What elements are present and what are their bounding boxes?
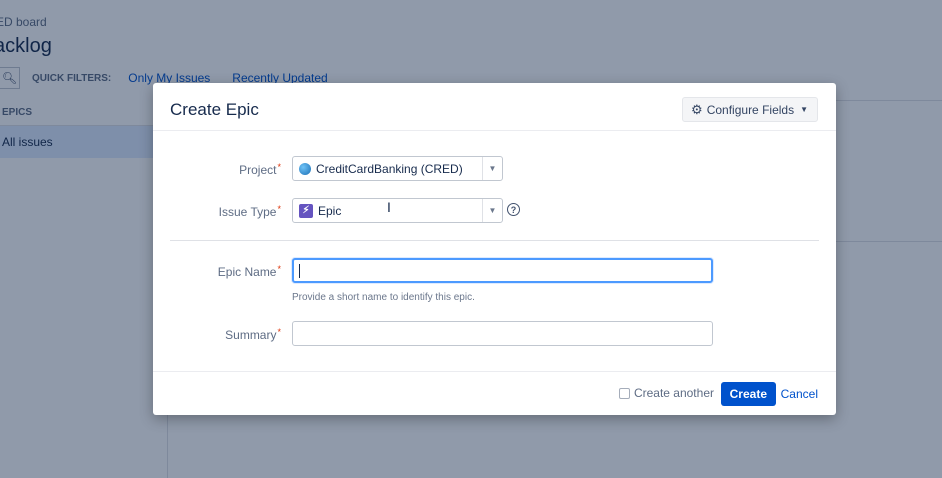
required-marker: * — [277, 204, 281, 214]
issue-type-select[interactable]: ⚡︎ Epic ▼ — [292, 198, 503, 223]
gear-icon: ⚙ — [691, 101, 703, 117]
epic-name-hint: Provide a short name to identify this ep… — [292, 292, 475, 303]
summary-label: Summary* — [153, 327, 281, 342]
configure-fields-label: Configure Fields — [706, 102, 795, 117]
project-select[interactable]: CreditCardBanking (CRED) ▼ — [292, 156, 503, 181]
input-caret — [299, 264, 300, 278]
dialog-header: Create Epic ⚙ Configure Fields ▼ — [153, 83, 836, 131]
project-label-text: Project — [239, 163, 277, 177]
project-avatar-icon — [299, 162, 311, 175]
chevron-down-icon[interactable]: ▼ — [482, 157, 502, 180]
project-label: Project* — [153, 162, 281, 177]
epic-name-label-text: Epic Name — [217, 265, 277, 279]
create-button[interactable]: Create — [720, 382, 776, 406]
project-select-value: CreditCardBanking (CRED) — [316, 161, 463, 176]
create-another-label: Create another — [633, 386, 714, 400]
epic-icon: ⚡︎ — [299, 203, 313, 218]
help-icon[interactable]: ? — [507, 203, 520, 216]
summary-input[interactable] — [292, 321, 713, 346]
issue-type-label-text: Issue Type — [218, 205, 277, 219]
summary-label-text: Summary — [225, 328, 277, 342]
create-another-checkbox[interactable] — [618, 387, 630, 399]
issue-type-select-value: Epic — [318, 203, 342, 218]
chevron-down-icon: ▼ — [800, 105, 808, 114]
configure-fields-button[interactable]: ⚙ Configure Fields ▼ — [682, 97, 818, 122]
required-marker: * — [277, 327, 281, 337]
required-marker: * — [277, 162, 281, 172]
dialog-title: Create Epic — [170, 100, 259, 119]
issue-type-label: Issue Type* — [153, 204, 281, 219]
text-cursor-icon: I — [387, 199, 391, 215]
epic-name-input[interactable] — [292, 258, 713, 283]
dialog-footer: Create another Create Cancel — [153, 371, 836, 415]
required-marker: * — [277, 264, 281, 274]
create-epic-dialog: Create Epic ⚙ Configure Fields ▼ Project… — [153, 83, 836, 415]
chevron-down-icon[interactable]: ▼ — [482, 199, 502, 222]
dialog-divider — [170, 240, 819, 241]
create-another-option[interactable]: Create another — [618, 386, 714, 400]
cancel-link[interactable]: Cancel — [781, 387, 818, 401]
epic-name-label: Epic Name* — [153, 264, 281, 279]
